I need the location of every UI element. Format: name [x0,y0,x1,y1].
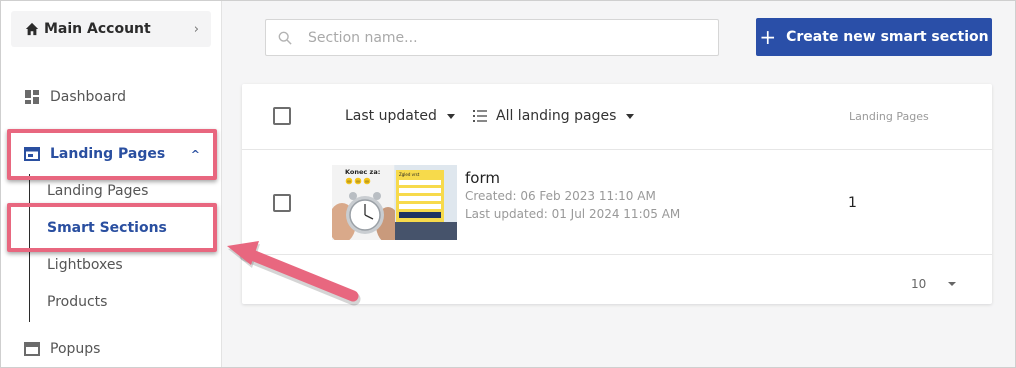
updated-date: Last updated: 01 Jul 2024 11:05 AM [465,207,681,221]
dashboard-icon [25,90,39,104]
caret-down-icon [948,282,957,286]
sidebar-item-dashboard[interactable]: Dashboard [0,79,222,115]
section-name[interactable]: form [465,169,500,187]
caret-down-icon [446,113,455,119]
submenu-item-landing-pages[interactable]: Landing Pages [47,183,148,199]
submenu-item-lightboxes[interactable]: Lightboxes [47,257,123,273]
sidebar-item-label: Popups [50,341,101,357]
thumbnail-form-title: Zgled vrst [399,172,420,177]
account-switcher[interactable]: Main Account › [11,11,211,47]
sidebar-item-label: Dashboard [50,89,126,105]
timer-minutes: 00 [356,180,360,184]
search-input[interactable] [308,29,688,46]
search-icon [278,31,292,45]
chevron-right-icon: › [193,21,199,37]
create-smart-section-button[interactable]: + Create new smart section [756,18,992,56]
submenu-item-products[interactable]: Products [47,294,107,310]
timer-seconds: 00 [365,180,369,184]
smart-sections-table: Last updated All landing pages Landing P… [242,84,992,304]
sidebar: Main Account › Dashboard Landing Pages ^… [0,0,222,368]
account-label: Main Account [44,21,151,37]
row-checkbox[interactable] [273,194,291,212]
sort-label: Last updated [345,108,437,124]
landing-pages-count: 1 [848,195,857,211]
timer-hours: 00 [347,180,351,184]
landing-page-icon [24,147,40,161]
rows-per-page-select[interactable]: 10 [911,277,957,291]
home-icon [25,22,39,36]
filter-label: All landing pages [496,108,617,124]
rows-per-page-value: 10 [911,277,927,291]
submenu-line [29,174,30,322]
search-box [265,19,719,56]
sort-dropdown[interactable]: Last updated [345,108,455,124]
create-button-label: Create new smart section [786,29,989,45]
select-all-checkbox[interactable] [273,107,291,125]
table-row[interactable]: Konec za: 00 00 00 Zgled vrst form Creat… [242,150,992,255]
sidebar-item-label: Landing Pages [50,146,166,162]
sidebar-item-landing-pages[interactable]: Landing Pages ^ [0,136,222,172]
section-thumbnail[interactable]: Konec za: 00 00 00 Zgled vrst [332,165,457,240]
thumbnail-image: Konec za: 00 00 00 Zgled vrst [332,165,457,240]
filter-dropdown[interactable]: All landing pages [473,108,635,124]
list-icon [473,110,487,122]
thumbnail-title: Konec za: [345,168,380,176]
table-header: Last updated All landing pages Landing P… [242,84,992,150]
popup-icon [24,342,40,356]
sidebar-item-popups[interactable]: Popups [0,331,222,367]
plus-icon: + [759,25,777,49]
created-date: Created: 06 Feb 2023 11:10 AM [465,189,656,203]
caret-down-icon [626,113,635,119]
submenu-item-smart-sections[interactable]: Smart Sections [47,220,167,236]
chevron-up-icon[interactable]: ^ [191,148,200,161]
column-header-landing-pages: Landing Pages [849,110,929,123]
